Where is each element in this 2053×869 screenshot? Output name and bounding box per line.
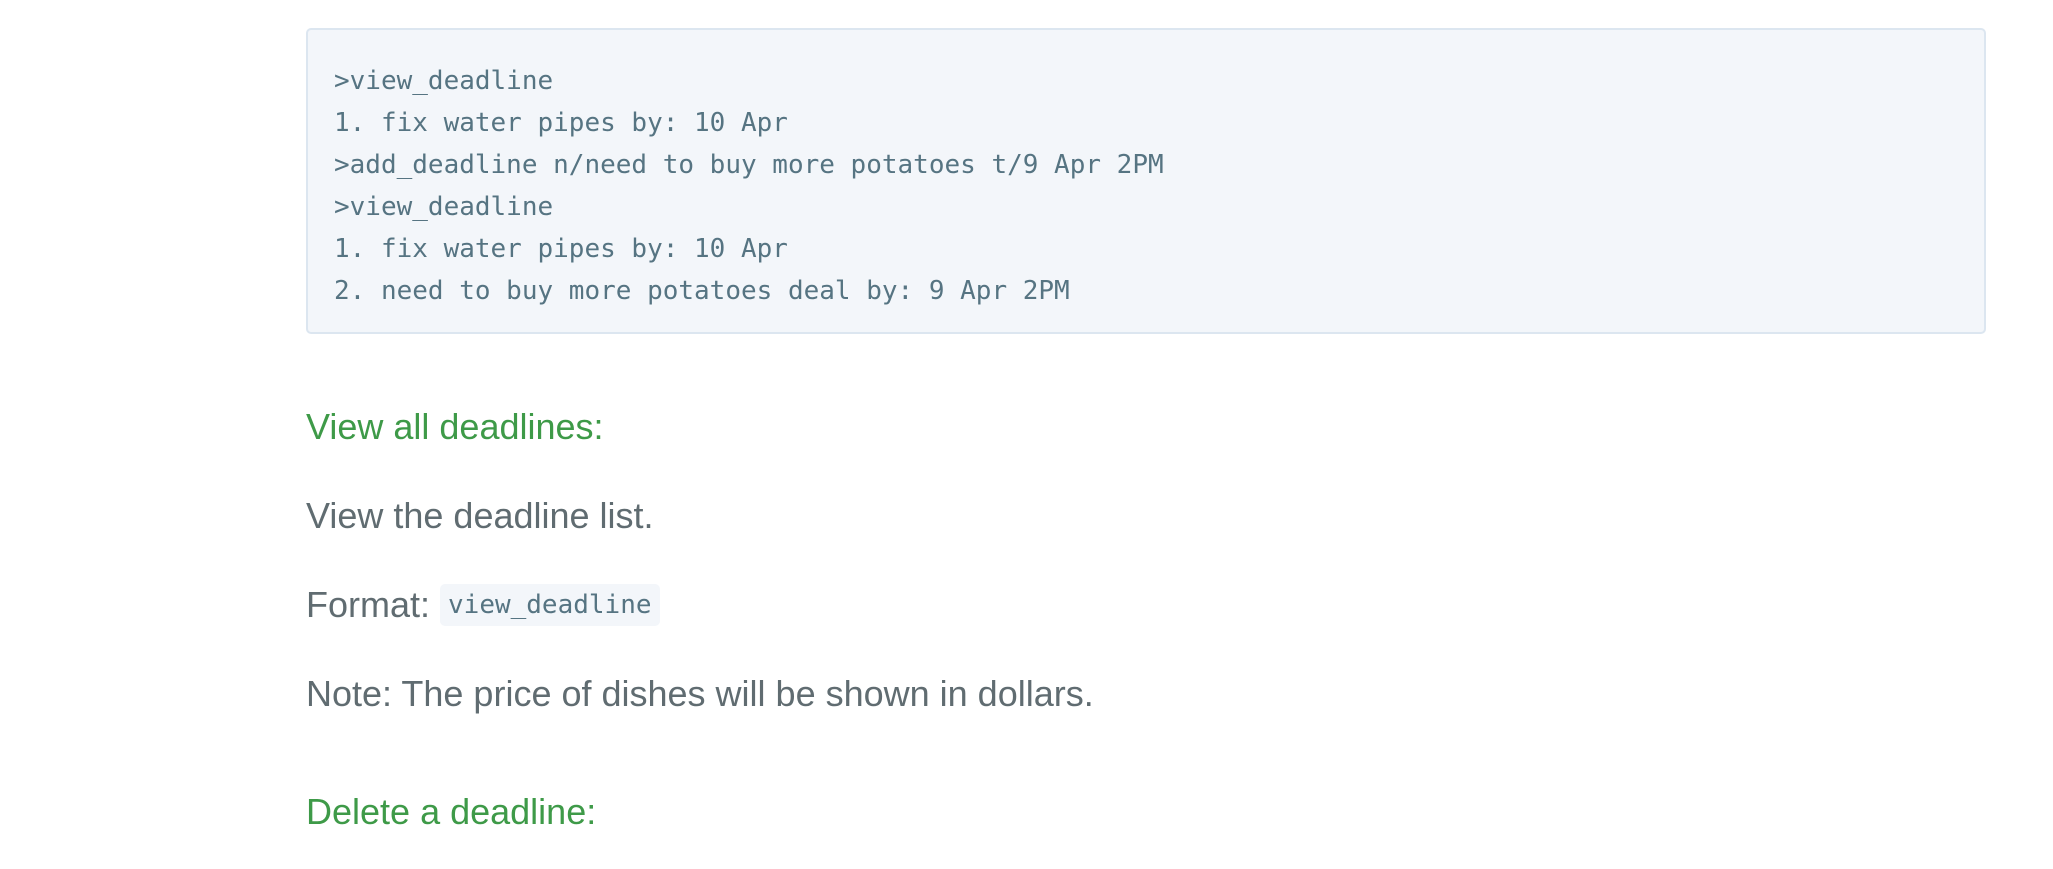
view-deadlines-format: Format: view_deadline bbox=[306, 584, 660, 627]
section-heading-view-all-deadlines: View all deadlines: bbox=[306, 406, 604, 447]
code-line: 1. fix water pipes by: 10 Apr bbox=[334, 234, 788, 264]
view-deadlines-note: Note: The price of dishes will be shown … bbox=[306, 673, 1094, 714]
format-label: Format: bbox=[306, 584, 441, 625]
section-heading-delete-deadline: Delete a deadline: bbox=[306, 791, 597, 832]
view-deadlines-description: View the deadline list. bbox=[306, 495, 654, 536]
format-inline-code: view_deadline bbox=[440, 584, 660, 627]
code-line: 1. fix water pipes by: 10 Apr bbox=[334, 108, 788, 138]
code-line: >view_deadline bbox=[334, 66, 554, 96]
code-line: 2. need to buy more potatoes deal by: 9 … bbox=[334, 276, 1070, 306]
code-line: >add_deadline n/need to buy more potatoe… bbox=[334, 150, 1164, 180]
code-block-example: >view_deadline 1. fix water pipes by: 10 … bbox=[306, 28, 1986, 334]
code-line: >view_deadline bbox=[334, 192, 554, 222]
